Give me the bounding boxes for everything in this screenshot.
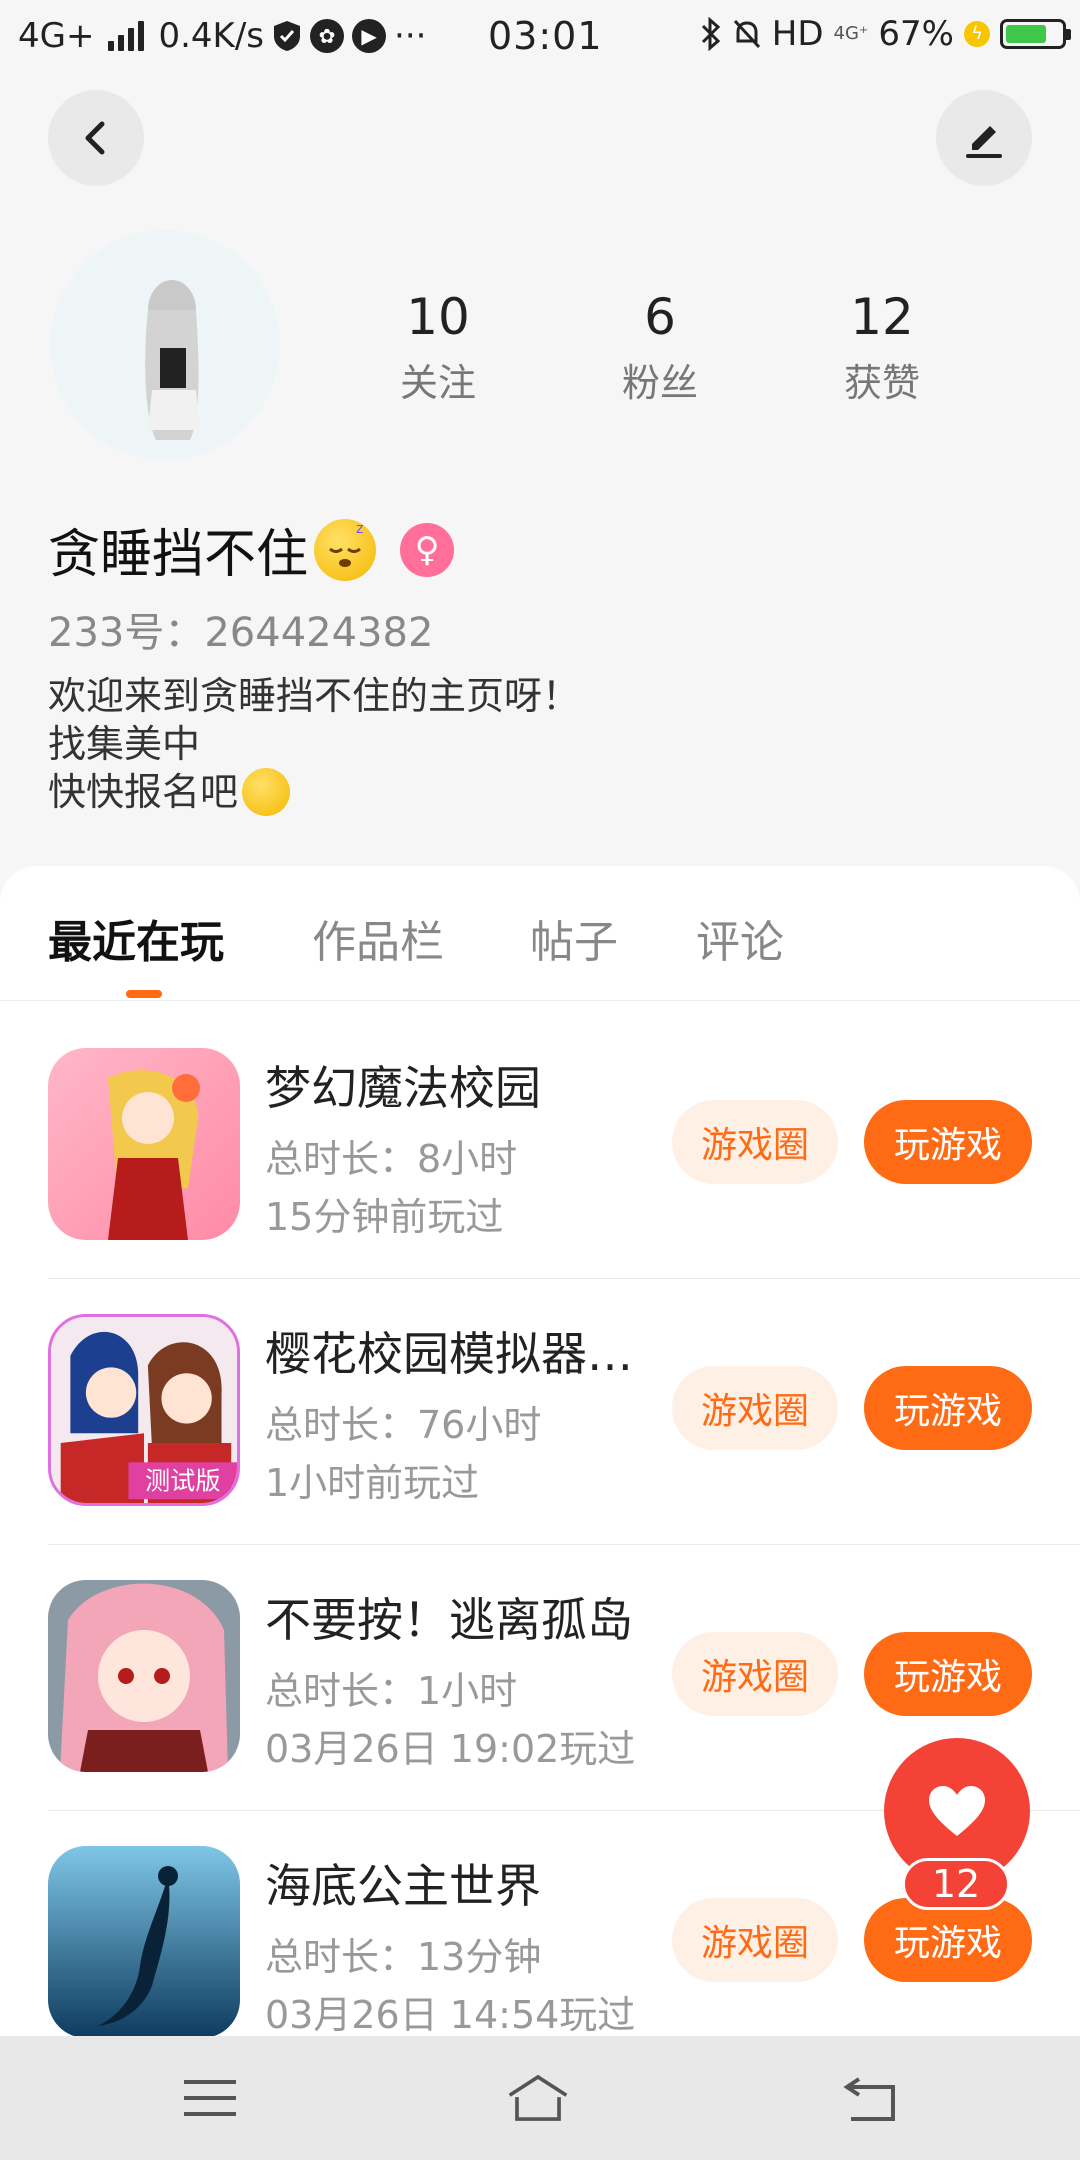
play-game-button[interactable]: 玩游戏 [864,1632,1032,1716]
kiss-emoji-icon [242,768,291,816]
tab-comments[interactable]: 评论 [696,906,784,970]
sleepy-emoji-icon: z [314,518,377,581]
bio-line-with-emoji: 快快报名吧 [48,768,580,816]
game-name: 不要按！逃离孤岛 [265,1593,633,1647]
game-duration: 总时长：76小时 [265,1403,542,1447]
game-last-played: 1小时前玩过 [265,1461,480,1505]
battery-percent: 67% [878,14,954,54]
charging-icon: ϟ [964,21,990,47]
network-type: 4G+ [18,16,95,56]
pencil-icon [966,126,1002,158]
nickname-row: 贪睡挡不住 z ♀ [48,512,455,587]
game-circle-button[interactable]: 游戏圈 [672,1366,838,1450]
likes-count: 12 [850,288,914,346]
game-name: 海底公主世界 [265,1859,541,1913]
game-circle-button[interactable]: 游戏圈 [672,1632,838,1716]
bio-line: 快快报名吧 [48,770,239,814]
mobile-data-icon: 4G⁺ [833,23,869,44]
nav-back-button[interactable] [838,2066,902,2130]
shield-icon [274,21,301,51]
likes-stat[interactable]: 12 获赞 [802,288,962,407]
game-last-played: 15分钟前玩过 [265,1195,504,1239]
game-last-played: 03月26日 14:54玩过 [265,1993,636,2037]
chevron-left-icon [85,121,105,155]
female-gender-icon: ♀ [400,522,455,577]
following-label: 关注 [399,361,476,405]
following-stat[interactable]: 10 关注 [358,288,518,407]
avatar[interactable] [50,230,280,460]
tab-bar: 最近在玩 作品栏 帖子 评论 [0,866,1080,1001]
play-game-button[interactable]: 玩游戏 [864,1100,1032,1184]
more-notifications: ··· [394,16,427,56]
hd-indicator: HD [771,14,824,54]
clock: 03:01 [488,14,603,58]
game-circle-button[interactable]: 游戏圈 [672,1898,838,1982]
nav-menu-button[interactable] [178,2066,242,2130]
play-game-button[interactable]: 玩游戏 [864,1898,1032,1982]
bluetooth-icon [701,17,720,51]
avatar-image [145,280,200,440]
game-icon: 测试版 [48,1314,240,1506]
battery-icon [1000,19,1071,49]
game-duration: 总时长：1小时 [265,1669,518,1713]
signal-icon [108,21,145,51]
following-count: 10 [406,288,470,346]
svg-text:z: z [356,521,363,537]
mute-bell-icon [733,19,760,49]
game-icon [48,1846,240,2038]
bio-line: 找集美中 [48,722,201,766]
back-button[interactable] [48,90,144,186]
game-circle-button[interactable]: 游戏圈 [672,1100,838,1184]
fans-count: 6 [644,288,676,346]
game-list-item[interactable]: 梦幻魔法校园 总时长：8小时 15分钟前玩过 游戏圈 玩游戏 [0,1000,1080,1266]
system-nav-bar [0,2036,1080,2160]
tab-recently-played[interactable]: 最近在玩 [48,906,224,970]
home-icon [508,2074,568,2121]
fans-stat[interactable]: 6 粉丝 [580,288,740,407]
fans-label: 粉丝 [621,361,698,405]
game-icon [48,1580,240,1772]
menu-icon [184,2080,236,2116]
game-duration: 总时长：13分钟 [265,1935,542,1979]
tab-posts[interactable]: 帖子 [530,906,618,970]
likes-label: 获赞 [843,361,920,405]
test-version-badge: 测试版 [145,1466,221,1495]
like-count-badge: 12 [902,1858,1010,1910]
bio: 欢迎来到贪睡挡不住的主页呀！ 找集美中 快快报名吧 [48,672,580,816]
tab-works[interactable]: 作品栏 [312,906,444,970]
nickname: 贪睡挡不住 [48,525,309,585]
game-name: 梦幻魔法校园 [265,1061,541,1115]
media-notification-icon: ▶ [352,19,387,53]
play-game-button[interactable]: 玩游戏 [864,1366,1032,1450]
network-speed: 0.4K/s [158,16,265,56]
game-list-item[interactable]: 测试版 樱花校园模拟器… 总时长：76小时 1小时前玩过 游戏圈 玩游戏 [0,1266,1080,1532]
game-last-played: 03月26日 19:02玩过 [265,1727,636,1771]
user-id: 233号：264424382 [48,610,434,656]
game-duration: 总时长：8小时 [265,1137,518,1181]
status-bar: 4G+ 0.4K/s ✿ ▶ ··· 03:01 HD 4G⁺ 67% ϟ [0,0,1080,74]
active-tab-indicator [126,990,162,998]
game-name: 樱花校园模拟器… [265,1327,633,1381]
app-notification-icon: ✿ [310,19,345,53]
game-icon [48,1048,240,1240]
return-icon [843,2077,895,2121]
nav-home-button[interactable] [506,2066,570,2130]
heart-icon [929,1786,985,1836]
bio-line: 欢迎来到贪睡挡不住的主页呀！ [48,674,581,718]
edit-profile-button[interactable] [936,90,1032,186]
